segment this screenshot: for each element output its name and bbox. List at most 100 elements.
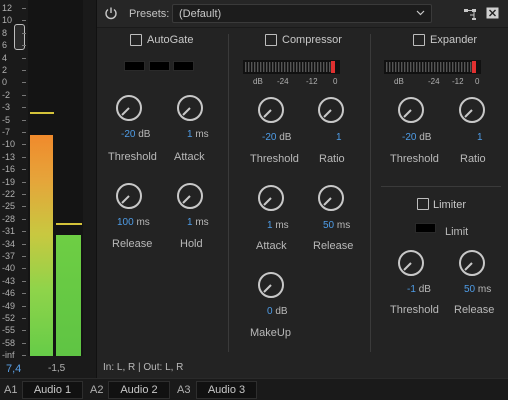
compressor-release-value[interactable]: 50 ms [323,220,350,231]
gr-meter-segment [467,62,469,72]
limiter-release-value[interactable]: 50 ms [464,284,491,295]
gr-meter-segment [446,62,448,72]
gr-meter-segment [308,62,310,72]
divider-limiter [381,186,501,187]
gr-meter-segment [329,62,331,72]
meter-scale-tick [22,280,26,282]
meter-scale-tick [22,330,26,332]
autogate-threshold-knob[interactable] [115,94,143,122]
compressor-makeup-knob[interactable] [257,271,285,299]
meter-scale-tick [22,256,26,257]
autogate-threshold-label: Threshold [108,151,157,163]
gr-meter-segment [401,62,403,72]
peak-readout-left[interactable]: 7,4 [6,363,21,375]
routing-icon[interactable] [463,7,477,21]
tab-audio-1[interactable]: Audio 1 [22,381,83,399]
tab-audio-3[interactable]: Audio 3 [196,381,257,399]
expander-ratio-value[interactable]: 1 [477,132,483,143]
autogate-attack-knob[interactable] [176,94,204,122]
level-meter: 12 10 8 6 4 2 0 -2 -3 -5 -7 -10 -13 -16 -19 -22 -25 -28 -3… [0,0,96,378]
autogate-hold-value[interactable]: 1 ms [187,217,209,228]
peak-hold-right [56,223,82,225]
autogate-release-knob[interactable] [115,182,143,210]
gr-meter-segment [458,62,460,72]
gr-meter-segment [437,62,439,72]
compressor-gain-reduction-meter [243,60,340,74]
gr-meter-segment [470,62,472,72]
expander-scale-12: -12 [452,77,464,86]
meter-scale-tick [22,107,26,109]
tab-id-a3: A3 [177,384,191,396]
gr-meter-segment [323,62,325,72]
meter-scale-tick [22,119,26,121]
meter-scale-tick [22,231,26,233]
compressor-ratio-value[interactable]: 1 [336,132,342,143]
expander-scale-db: dB [394,77,404,86]
tab-id-a1: A1 [4,384,18,396]
compressor-ratio-knob[interactable] [317,96,345,124]
presets-dropdown[interactable]: (Default) [172,4,432,23]
limiter-title: Limiter [433,199,467,211]
close-box-icon[interactable] [486,7,499,19]
compressor-ratio-label: Ratio [319,153,345,165]
compressor-attack-knob[interactable] [257,184,285,212]
limiter-checkbox[interactable] [417,198,429,210]
compressor-scale-12: -12 [306,77,318,86]
gr-meter-segment [314,62,316,72]
gr-meter-segment [299,62,301,72]
dynamics-plugin: Presets: (Default) AutoGate -20 dB Thres… [96,0,508,378]
gr-meter-segment [419,62,421,72]
meter-scale-tick [22,194,26,195]
divider-1 [228,34,229,352]
power-icon[interactable] [104,6,118,20]
compressor-threshold-value[interactable]: -20 dB [262,132,291,143]
compressor-release-knob[interactable] [317,184,345,212]
presets-label: Presets: [129,8,170,20]
meter-scale-tick [22,181,26,183]
autogate-release-value[interactable]: 100 ms [117,217,150,228]
autogate-checkbox[interactable] [130,34,142,46]
limiter-threshold-value[interactable]: -1 dB [407,284,431,295]
gr-meter-segment [272,62,274,72]
io-routing-label: In: L, R | Out: L, R [103,362,184,373]
compressor-threshold-knob[interactable] [257,96,285,124]
gr-meter-segment [407,62,409,72]
autogate-attack-label: Attack [174,151,205,163]
expander-threshold-label: Threshold [390,153,439,165]
tab-audio-2[interactable]: Audio 2 [108,381,170,399]
gr-meter-segment [440,62,442,72]
autogate-threshold-value[interactable]: -20 dB [121,129,150,140]
gr-meter-segment [413,62,415,72]
meter-scale-tick [22,45,26,47]
autogate-hold-label: Hold [180,238,203,250]
compressor-checkbox[interactable] [265,34,277,46]
gr-meter-segment [326,62,328,72]
gr-meter-segment [311,62,313,72]
meter-scale-tick [22,8,26,9]
limiter-threshold-knob[interactable] [397,249,425,277]
autogate-attack-value[interactable]: 1 ms [187,129,209,140]
autogate-hold-knob[interactable] [176,182,204,210]
compressor-attack-label: Attack [256,240,287,252]
gr-meter-segment [305,62,307,72]
expander-ratio-knob[interactable] [458,96,486,124]
track-tabs: A1 Audio 1 A2 Audio 2 A3 Audio 3 [0,378,508,400]
compressor-makeup-value[interactable]: 0 dB [267,306,288,317]
compressor-makeup-label: MakeUp [250,327,291,339]
meter-scale-tick [22,318,26,319]
peak-readout-right[interactable]: -1,5 [48,363,65,374]
expander-threshold-value[interactable]: -20 dB [402,132,431,143]
gr-meter-segment [422,62,424,72]
compressor-attack-value[interactable]: 1 ms [267,220,289,231]
gr-meter-segment [248,62,250,72]
meter-scale-tick [22,70,26,71]
expander-checkbox[interactable] [413,34,425,46]
expander-threshold-knob[interactable] [397,96,425,124]
gr-meter-segment [251,62,253,72]
gr-meter-segment [443,62,445,72]
meter-scale-tick [22,355,26,357]
gr-meter-segment [428,62,430,72]
limiter-release-knob[interactable] [458,249,486,277]
peak-hold-left [30,112,54,114]
autogate-led-2 [149,61,170,71]
